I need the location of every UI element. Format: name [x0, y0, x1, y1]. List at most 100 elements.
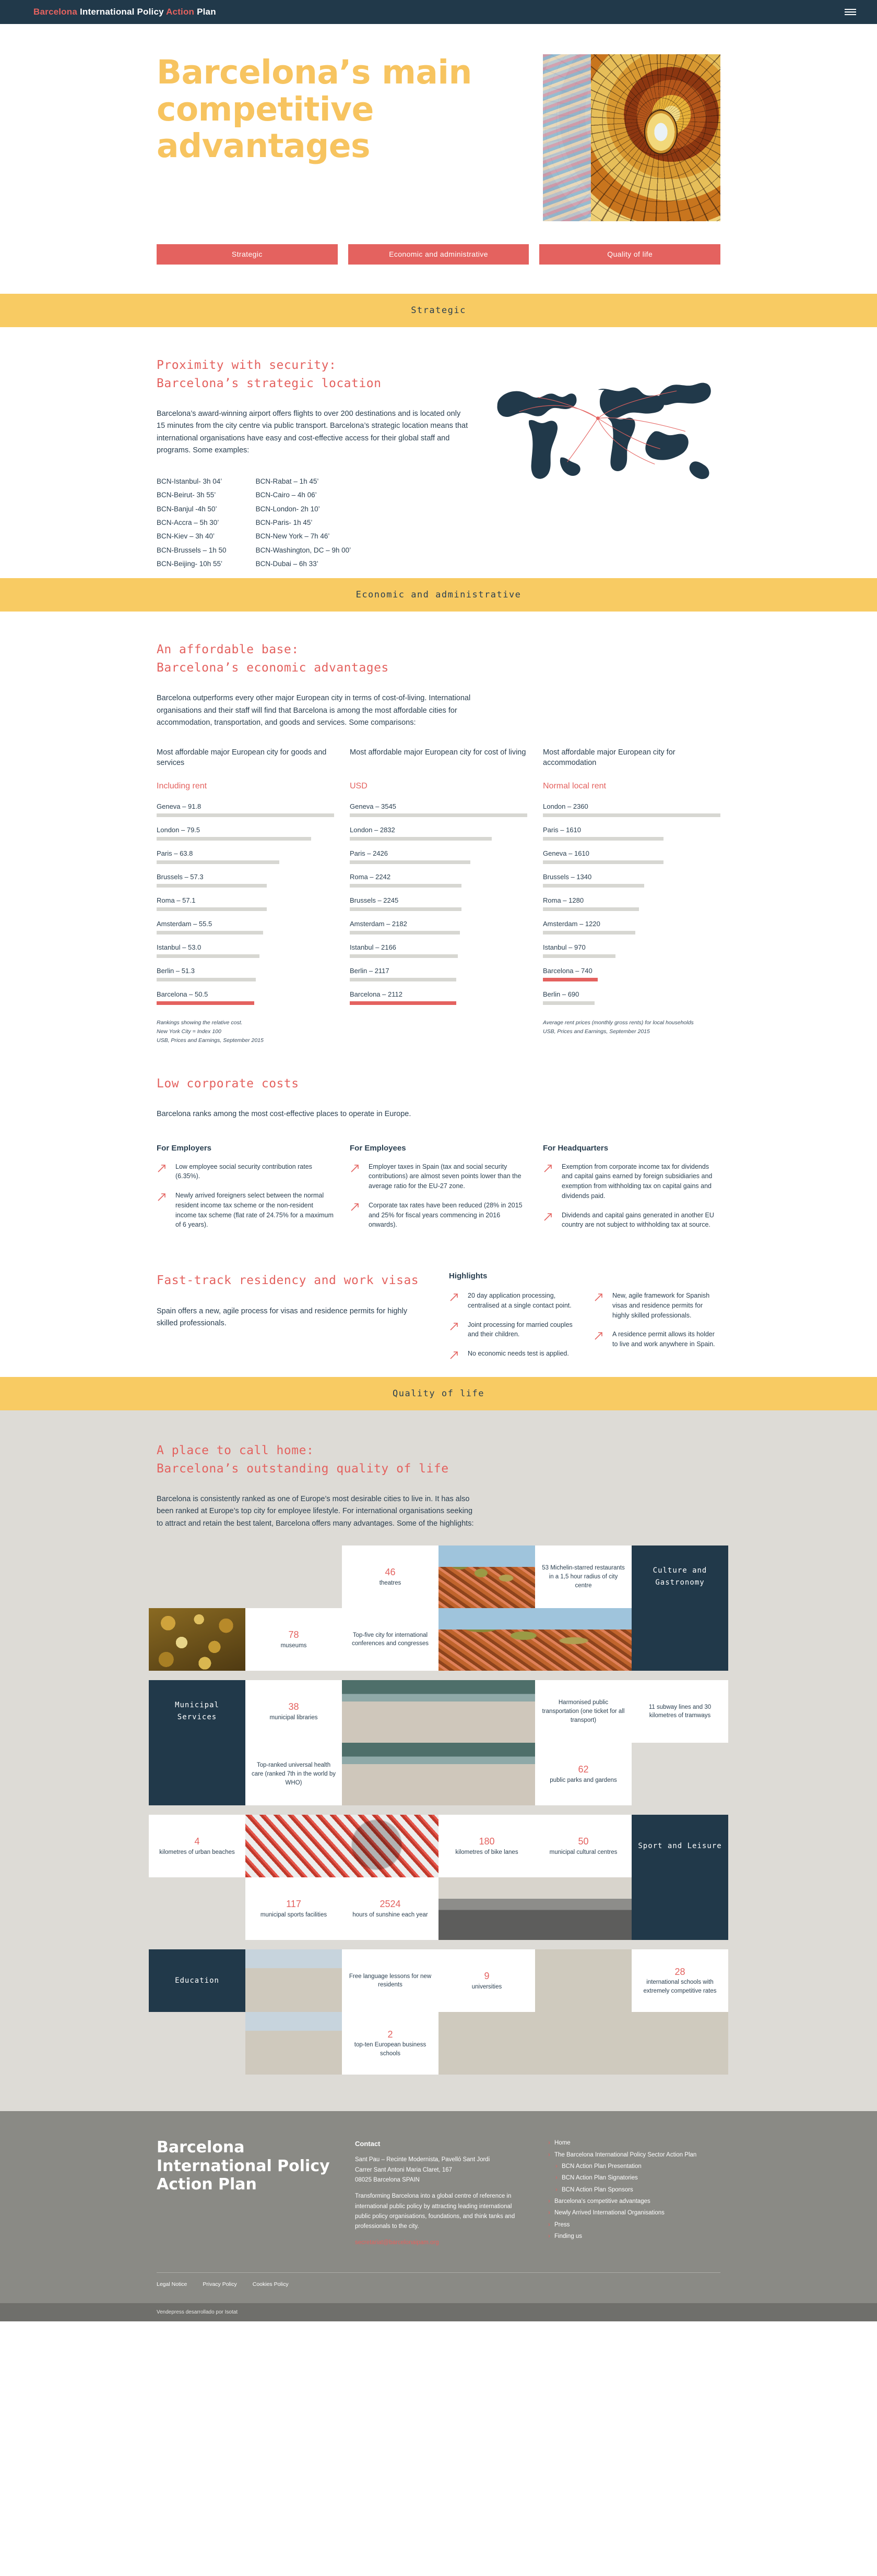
arrow-up-right-icon: [449, 1350, 460, 1360]
stat-label: theatres: [379, 1579, 401, 1586]
footer-link[interactable]: Finding us: [548, 2232, 720, 2242]
chart-bar-fill: [543, 836, 664, 841]
mosaic-image-waterfront-2: [342, 1743, 535, 1805]
mosaic-category-culture-continued: [632, 1608, 728, 1671]
chart-bar-track: [157, 977, 334, 981]
top-navigation-bar: Barcelona International Policy Action Pl…: [0, 0, 877, 24]
mosaic-category-sport: Sport and Leisure: [632, 1815, 728, 1878]
bullet-text: Dividends and capital gains generated in…: [562, 1211, 714, 1229]
footer-link-label[interactable]: Barcelona's competitive advantages: [554, 2198, 650, 2204]
hero-link-economic[interactable]: Economic and administrative: [348, 244, 529, 265]
arrow-up-right-icon: [350, 1202, 361, 1212]
page-title: Barcelona’s main competitive advantages: [157, 53, 472, 165]
chart-bar-label: Paris – 2426: [350, 849, 388, 857]
chart-title: Most affordable major European city for …: [157, 748, 327, 767]
economic-body: Barcelona outperforms every other major …: [157, 694, 471, 727]
stat-label: kilometres of bike lanes: [455, 1849, 518, 1855]
chart-bar-track: [543, 813, 720, 817]
footer-link-label[interactable]: Home: [554, 2140, 571, 2146]
footer-legal-link[interactable]: Cookies Policy: [253, 2281, 289, 2287]
chart-bar-label: Brussels – 2245: [350, 896, 399, 904]
chart-bar-track: [350, 883, 527, 888]
highlight-bullet: Joint processing for married couples and…: [449, 1320, 576, 1340]
footer-link[interactable]: BCN Action Plan Sponsors: [548, 2185, 720, 2196]
footer-link-label[interactable]: BCN Action Plan Sponsors: [562, 2187, 633, 2193]
category-label: Education: [175, 1976, 219, 1985]
chart-bar-label: Berlin – 690: [543, 990, 579, 998]
chart-column-1: Most affordable major European city for …: [157, 747, 334, 1046]
chart-title: Most affordable major European city for …: [350, 748, 526, 757]
mosaic-stat-michelin: 53 Michelin-starred restaurants in a 1,5…: [535, 1545, 632, 1609]
chart-bar-row: London – 2832: [350, 826, 527, 841]
site-brand[interactable]: Barcelona International Policy Action Pl…: [33, 7, 216, 17]
footer-link[interactable]: The Barcelona International Policy Secto…: [548, 2150, 720, 2161]
chart-column-2: Most affordable major European city for …: [350, 747, 527, 1046]
stat-value: 50: [578, 1836, 589, 1847]
stat-label: municipal libraries: [269, 1714, 318, 1721]
footer-email-link[interactable]: secretariat@barcelonaipam.org: [355, 2238, 527, 2248]
footer-contact-title: Contact: [355, 2140, 381, 2148]
hamburger-icon[interactable]: [845, 9, 856, 15]
footer-link-label[interactable]: Press: [554, 2222, 570, 2228]
flight-item: BCN-Kiev – 3h 40’: [157, 532, 215, 541]
chart-bar-row: Geneva – 91.8: [157, 802, 334, 817]
mosaic-spacer: [632, 1743, 728, 1805]
chart-bar-row: Roma – 2242: [350, 873, 527, 888]
mosaic-image-cloister-wide: [438, 2012, 728, 2075]
footer-legal-link[interactable]: Legal Notice: [157, 2281, 187, 2287]
chart-bar-label: Istanbul – 970: [543, 943, 586, 951]
stat-label: Top-five city for international conferen…: [351, 1632, 429, 1647]
chart-bar-track: [157, 883, 334, 888]
visa-highlights-right: New, agile framework for Spanish visas a…: [594, 1291, 720, 1349]
stat-value: 38: [288, 1702, 299, 1712]
bullet-text: Corporate tax rates have been reduced (2…: [369, 1201, 523, 1229]
chart-bar-track: [543, 836, 720, 841]
chart-bar-label: Istanbul – 2166: [350, 943, 396, 951]
footer-link[interactable]: Home: [548, 2138, 720, 2149]
arrow-up-right-icon: [449, 1321, 460, 1332]
bullet-text: Exemption from corporate income tax for …: [562, 1163, 713, 1200]
brand-word-action: Action: [166, 7, 195, 17]
mosaic-image-gaudi: [438, 1545, 535, 1608]
footer-link-label[interactable]: Newly Arrived International Organisation…: [554, 2210, 665, 2216]
corporate-bullet-list: Employer taxes in Spain (tax and social …: [350, 1162, 527, 1230]
hero-link-quality[interactable]: Quality of life: [539, 244, 721, 265]
footer-link-label[interactable]: BCN Action Plan Signatories: [562, 2175, 638, 2181]
strategic-heading: Proximity with security: Barcelona’s str…: [157, 358, 382, 390]
footer-link[interactable]: BCN Action Plan Presentation: [548, 2162, 720, 2172]
chart-bar-track: [543, 954, 720, 958]
stat-value: 4: [194, 1836, 200, 1847]
footer-link-label[interactable]: BCN Action Plan Presentation: [562, 2163, 642, 2170]
footer-link[interactable]: Press: [548, 2220, 720, 2231]
stat-value: 28: [674, 1967, 685, 1978]
hero-link-strategic[interactable]: Strategic: [157, 244, 338, 265]
footer-bottom-note: Vendepress desarrollado por Isotat: [0, 2303, 877, 2321]
visas-body: Spain offers a new, agile process for vi…: [157, 1307, 408, 1327]
mosaic-row-education-2: 2 top-ten European business schools: [149, 2012, 728, 2075]
chart-bar-row: Berlin – 690: [543, 990, 720, 1005]
chart-bar-row: Barcelona – 50.5: [157, 990, 334, 1005]
chart-bar-fill: [543, 1001, 595, 1005]
mosaic-category-municipal-continued: [149, 1743, 245, 1806]
footer-link-label[interactable]: Finding us: [554, 2233, 582, 2239]
chart-bar-fill: [157, 930, 263, 934]
chart-bar-row: Istanbul – 970: [543, 943, 720, 958]
chart-bar-fill: [543, 954, 616, 958]
chart-bar-track: [350, 954, 527, 958]
mosaic-stat-health: Top-ranked universal health care (ranked…: [245, 1743, 342, 1806]
chart-bar-label: London – 2360: [543, 802, 588, 810]
economic-heading: An affordable base: Barcelona’s economic…: [157, 643, 389, 675]
mosaic-stat-business-schools: 2 top-ten European business schools: [342, 2012, 438, 2075]
chart-bar-track: [350, 977, 527, 981]
arrow-up-right-icon: [594, 1292, 605, 1302]
footer-link-label[interactable]: The Barcelona International Policy Secto…: [554, 2152, 696, 2158]
bullet-text: Low employee social security contributio…: [175, 1163, 312, 1180]
footer-legal-link[interactable]: Privacy Policy: [203, 2281, 236, 2287]
arrow-up-right-icon: [543, 1163, 554, 1173]
footer-link[interactable]: Newly Arrived International Organisation…: [548, 2208, 720, 2219]
chart-bar-row: Brussels – 2245: [350, 896, 527, 911]
footer-link[interactable]: BCN Action Plan Signatories: [548, 2173, 720, 2184]
chart-bar-track: [350, 813, 527, 817]
chart-bar-fill: [350, 977, 456, 981]
footer-link[interactable]: Barcelona's competitive advantages: [548, 2197, 720, 2207]
